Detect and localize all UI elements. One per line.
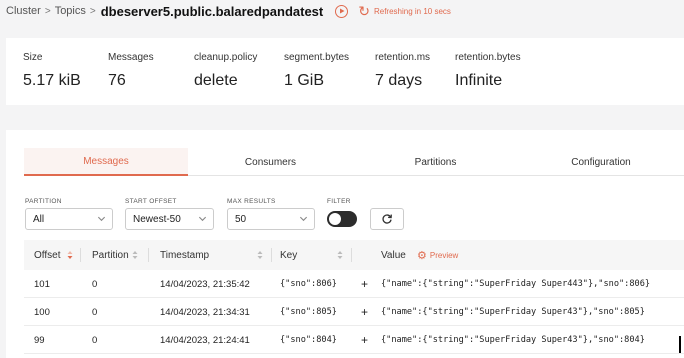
value-cell: {"name":{"string":"SuperFriday Super43"}… (381, 307, 645, 317)
table-row[interactable]: 99 0 14/04/2023, 21:24:41 {"sno":804} + … (24, 326, 684, 354)
key-cell: {"sno":805} (280, 307, 337, 317)
max-results-value: 50 (235, 213, 247, 225)
gear-icon: ⚙ (417, 249, 427, 262)
stat-value: Infinite (455, 72, 503, 89)
chevron-down-icon (97, 216, 106, 222)
key-cell: {"sno":806} (280, 279, 337, 289)
offset-cell: 100 (34, 306, 50, 318)
start-offset-select[interactable]: Newest-50 (125, 208, 214, 230)
partition-value: All (33, 213, 45, 225)
refresh-status: Refreshing in 10 secs (373, 6, 451, 16)
stat-label: Size (23, 52, 43, 63)
stat-value: 1 GiB (284, 72, 325, 89)
text-cursor (679, 336, 681, 353)
expand-icon[interactable]: + (361, 298, 368, 326)
max-results-label: MAX RESULTS (227, 198, 276, 205)
filter-label: FILTER (327, 198, 351, 205)
chevron-right-icon: > (44, 5, 51, 17)
column-divider (351, 248, 352, 262)
stat-label: segment.bytes (284, 52, 350, 63)
expand-icon[interactable]: + (361, 326, 368, 354)
chevron-right-icon: > (89, 5, 96, 17)
partition-label: PARTITION (25, 198, 62, 205)
breadcrumb-topics[interactable]: Topics (55, 5, 86, 17)
stat-value: 76 (108, 72, 126, 89)
sort-desc-icon[interactable] (67, 250, 73, 260)
sort-icon[interactable] (337, 250, 343, 260)
play-icon[interactable] (335, 4, 349, 18)
partition-cell: 0 (92, 278, 98, 290)
tab-consumers[interactable]: Consumers (188, 148, 353, 176)
column-divider (80, 248, 81, 262)
key-cell: {"sno":804} (280, 335, 337, 345)
partition-cell: 0 (92, 334, 98, 346)
value-cell: {"name":{"string":"SuperFriday Super443"… (381, 279, 651, 289)
timestamp-cell: 14/04/2023, 21:35:42 (160, 278, 250, 290)
stat-label: retention.bytes (455, 52, 521, 63)
stat-label: retention.ms (375, 52, 431, 63)
sort-icon[interactable] (132, 250, 138, 260)
stat-value: 7 days (375, 72, 423, 89)
topic-stats-card: Size 5.17 kiB Messages 76 cleanup.policy… (6, 38, 684, 105)
tab-configuration[interactable]: Configuration (518, 148, 684, 176)
partition-select[interactable]: All (25, 208, 113, 230)
start-offset-value: Newest-50 (133, 213, 181, 225)
messages-panel: Messages Consumers Partitions Configurat… (6, 130, 684, 358)
toggle-knob (329, 213, 341, 225)
expand-icon[interactable]: + (361, 270, 368, 298)
chevron-down-icon (299, 216, 308, 222)
breadcrumb: Cluster > Topics > dbeserver5.public.bal… (6, 0, 451, 22)
column-partition[interactable]: Partition (92, 240, 129, 270)
column-value: Value (381, 249, 406, 261)
table-row[interactable]: 100 0 14/04/2023, 21:34:31 {"sno":805} +… (24, 298, 684, 326)
stat-label: cleanup.policy (194, 52, 258, 63)
offset-cell: 101 (34, 278, 50, 290)
refresh-icon (382, 214, 392, 224)
breadcrumb-cluster[interactable]: Cluster (6, 5, 41, 17)
preview-button[interactable]: ⚙ Preview (417, 240, 458, 270)
stat-value: delete (194, 72, 238, 89)
stat-label: Messages (108, 52, 154, 63)
preview-label: Preview (429, 250, 459, 260)
column-offset[interactable]: Offset (34, 240, 61, 270)
offset-cell: 99 (34, 334, 45, 346)
column-key[interactable]: Key (280, 240, 297, 270)
start-offset-label: START OFFSET (125, 198, 177, 205)
sort-icon[interactable] (257, 250, 263, 260)
page-title: dbeserver5.public.balaredpandatest (100, 3, 324, 19)
timestamp-cell: 14/04/2023, 21:34:31 (160, 306, 250, 318)
filter-toggle[interactable] (327, 211, 357, 227)
max-results-select[interactable]: 50 (227, 208, 315, 230)
column-timestamp[interactable]: Timestamp (160, 240, 209, 270)
column-divider (271, 248, 272, 262)
chevron-down-icon (198, 216, 207, 222)
tab-bar: Messages Consumers Partitions Configurat… (24, 148, 684, 176)
partition-cell: 0 (92, 306, 98, 318)
refresh-button[interactable] (370, 208, 404, 230)
column-divider (148, 248, 149, 262)
refresh-icon: ↻ (358, 3, 370, 19)
timestamp-cell: 14/04/2023, 21:24:41 (160, 334, 250, 346)
messages-table-header: Offset Partition Timestamp Key Value ⚙ P… (24, 240, 684, 270)
value-cell: {"name":{"string":"SuperFriday Super43"}… (381, 335, 645, 345)
tab-messages[interactable]: Messages (24, 148, 188, 176)
tab-partitions[interactable]: Partitions (353, 148, 518, 176)
table-row[interactable]: 101 0 14/04/2023, 21:35:42 {"sno":806} +… (24, 270, 684, 298)
stat-value: 5.17 kiB (23, 72, 81, 89)
